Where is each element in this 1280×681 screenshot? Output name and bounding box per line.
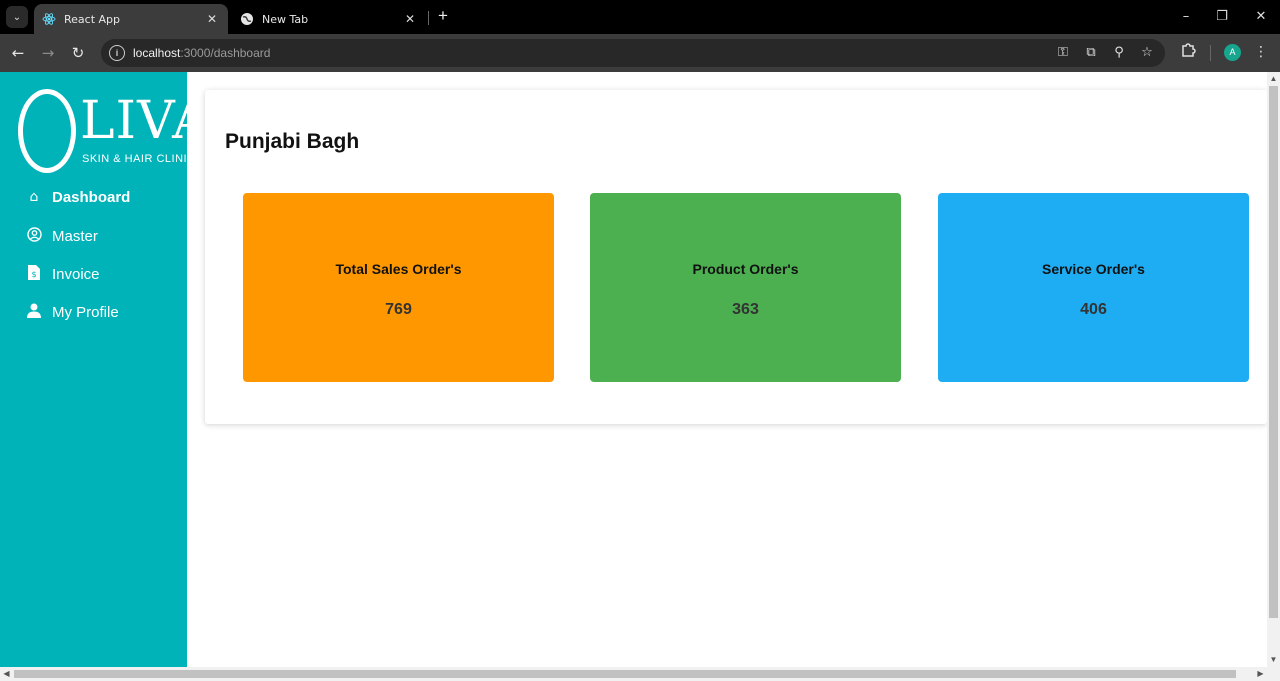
- vertical-scroll-thumb[interactable]: [1269, 86, 1278, 618]
- scroll-left-icon[interactable]: ◀: [0, 667, 13, 681]
- url-path: :3000/dashboard: [180, 46, 271, 60]
- logo-text: LIVA: [80, 91, 211, 151]
- sidebar-item-label: Dashboard: [52, 188, 131, 206]
- site-info-icon[interactable]: i: [109, 45, 125, 61]
- sidebar-item-master[interactable]: Master: [26, 225, 98, 247]
- sidebar-item-label: My Profile: [52, 303, 119, 321]
- puzzle-icon[interactable]: [1178, 42, 1198, 62]
- scroll-right-icon[interactable]: ▶: [1254, 667, 1267, 681]
- sidebar-item-invoice[interactable]: $ Invoice: [26, 263, 100, 285]
- tab-separator: [428, 11, 429, 25]
- sidebar-item-label: Master: [52, 227, 98, 245]
- sidebar-item-dashboard[interactable]: ⌂ Dashboard: [26, 186, 131, 208]
- product-orders-card[interactable]: Product Order's 363: [590, 193, 901, 382]
- sidebar-item-my-profile[interactable]: My Profile: [26, 301, 119, 323]
- tab-title: React App: [64, 12, 121, 26]
- sidebar-item-label: Invoice: [52, 265, 100, 283]
- globe-icon: [240, 12, 254, 26]
- address-bar-actions: ⚿ ⧉ ⚲ ☆: [1053, 43, 1157, 63]
- stat-label: Service Order's: [1042, 261, 1145, 277]
- stat-value: 363: [732, 301, 759, 318]
- stat-value: 769: [385, 301, 412, 318]
- address-bar[interactable]: i localhost:3000/dashboard ⚿ ⧉ ⚲ ☆: [101, 39, 1165, 67]
- chevron-down-icon: ⌄: [12, 11, 22, 23]
- tab-new-tab[interactable]: New Tab ✕: [232, 4, 426, 34]
- forward-arrow-icon[interactable]: →: [37, 42, 59, 64]
- logo-subtitle: SKIN & HAIR CLINIC: [82, 153, 196, 165]
- logo-o-mark: [18, 89, 76, 173]
- service-orders-card[interactable]: Service Order's 406: [938, 193, 1249, 382]
- stat-label: Total Sales Order's: [335, 261, 462, 277]
- horizontal-scroll-thumb[interactable]: [14, 670, 1236, 678]
- svg-text:$: $: [31, 270, 36, 279]
- new-tab-button[interactable]: +: [434, 7, 452, 25]
- react-icon: [42, 12, 56, 26]
- stat-value: 406: [1080, 301, 1107, 318]
- stat-label: Product Order's: [692, 261, 799, 277]
- person-icon: [26, 303, 42, 322]
- browser-tab-bar: ⌄ React App ✕ New Tab ✕ + – ❐ ✕: [0, 0, 1280, 34]
- install-app-icon[interactable]: ⧉: [1081, 43, 1101, 63]
- close-icon[interactable]: ✕: [402, 11, 418, 27]
- page-title: Punjabi Bagh: [225, 130, 360, 153]
- oliva-logo[interactable]: LIVA SKIN & HAIR CLINIC: [18, 89, 210, 173]
- star-icon[interactable]: ☆: [1137, 43, 1157, 63]
- restore-icon[interactable]: ❐: [1208, 8, 1236, 26]
- url-host: localhost: [133, 46, 181, 60]
- invoice-icon: $: [26, 264, 42, 284]
- reload-icon[interactable]: ↻: [67, 42, 89, 64]
- scroll-down-icon[interactable]: ▼: [1267, 654, 1280, 666]
- user-circle-icon: [26, 226, 42, 246]
- back-arrow-icon[interactable]: ←: [7, 42, 29, 64]
- window-close-icon[interactable]: ✕: [1247, 8, 1275, 26]
- home-icon: ⌂: [29, 189, 39, 205]
- total-sales-card[interactable]: Total Sales Order's 769: [243, 193, 554, 382]
- scroll-up-icon[interactable]: ▲: [1267, 73, 1280, 85]
- zoom-icon[interactable]: ⚲: [1109, 43, 1129, 63]
- minimize-icon[interactable]: –: [1172, 8, 1200, 26]
- key-icon[interactable]: ⚿: [1053, 43, 1073, 63]
- close-icon[interactable]: ✕: [204, 11, 220, 27]
- browser-toolbar: ← → ↻ i localhost:3000/dashboard ⚿ ⧉ ⚲ ☆: [0, 34, 1280, 72]
- more-menu-icon[interactable]: ⋮: [1253, 42, 1269, 62]
- sidebar: LIVA SKIN & HAIR CLINIC ⌂ Dashboard Mast…: [0, 72, 210, 667]
- tab-search-button[interactable]: ⌄: [6, 6, 28, 28]
- vertical-scrollbar[interactable]: ▲ ▼: [1267, 72, 1280, 667]
- dashboard-panel: Punjabi Bagh Total Sales Order's 769 Pro…: [205, 90, 1267, 424]
- tab-react-app[interactable]: React App ✕: [34, 4, 228, 34]
- tab-title: New Tab: [262, 12, 309, 26]
- profile-avatar[interactable]: A: [1224, 44, 1241, 61]
- horizontal-scrollbar[interactable]: ◀ ▶: [0, 667, 1280, 681]
- toolbar-separator: [1210, 45, 1211, 61]
